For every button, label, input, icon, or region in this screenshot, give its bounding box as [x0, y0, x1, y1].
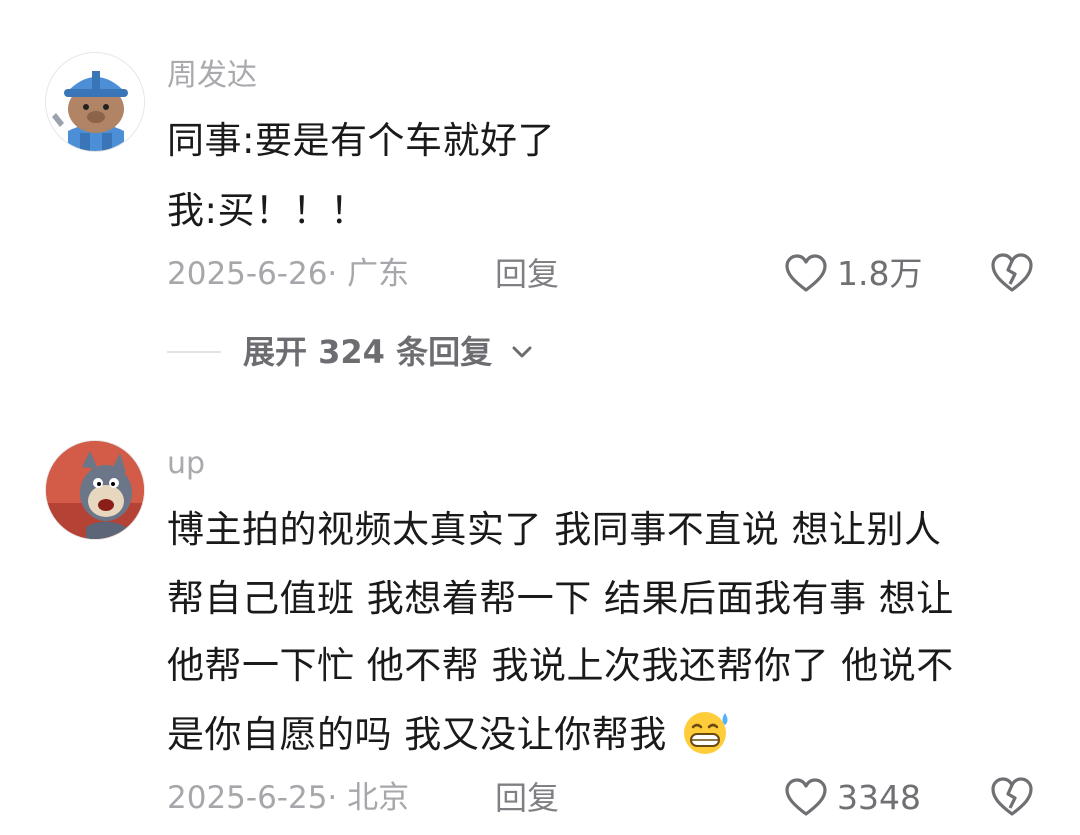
- comment-text-line: 他帮一下忙 他不帮 我说上次我还帮你了 他说不: [167, 644, 954, 687]
- heart-outline-icon[interactable]: [784, 778, 828, 818]
- like-count: 3348: [837, 778, 921, 817]
- grinning-sweat-emoji: [684, 712, 728, 754]
- comment-text-line: 帮自己值班 我想着帮一下 结果后面我有事 想让: [167, 577, 954, 620]
- avatar-2[interactable]: [45, 440, 145, 540]
- comment-text-segment: 是你自愿的吗 我又没让你帮我: [167, 713, 667, 756]
- comment-username[interactable]: up: [167, 444, 205, 484]
- comment-2: up 博主拍的视频太真实了 我同事不直说 想让别人 帮自己值班 我想着帮一下 结…: [0, 0, 1080, 835]
- reply-button[interactable]: 回复: [495, 778, 559, 818]
- cartoon-cat-avatar-icon: [46, 441, 144, 539]
- comment-date-location: 2025-6-25· 北京: [167, 780, 410, 816]
- comment-text-line: 是你自愿的吗 我又没让你帮我: [167, 709, 733, 758]
- broken-heart-icon[interactable]: [990, 776, 1034, 818]
- comment-text-line: 博主拍的视频太真实了 我同事不直说 想让别人: [167, 508, 942, 551]
